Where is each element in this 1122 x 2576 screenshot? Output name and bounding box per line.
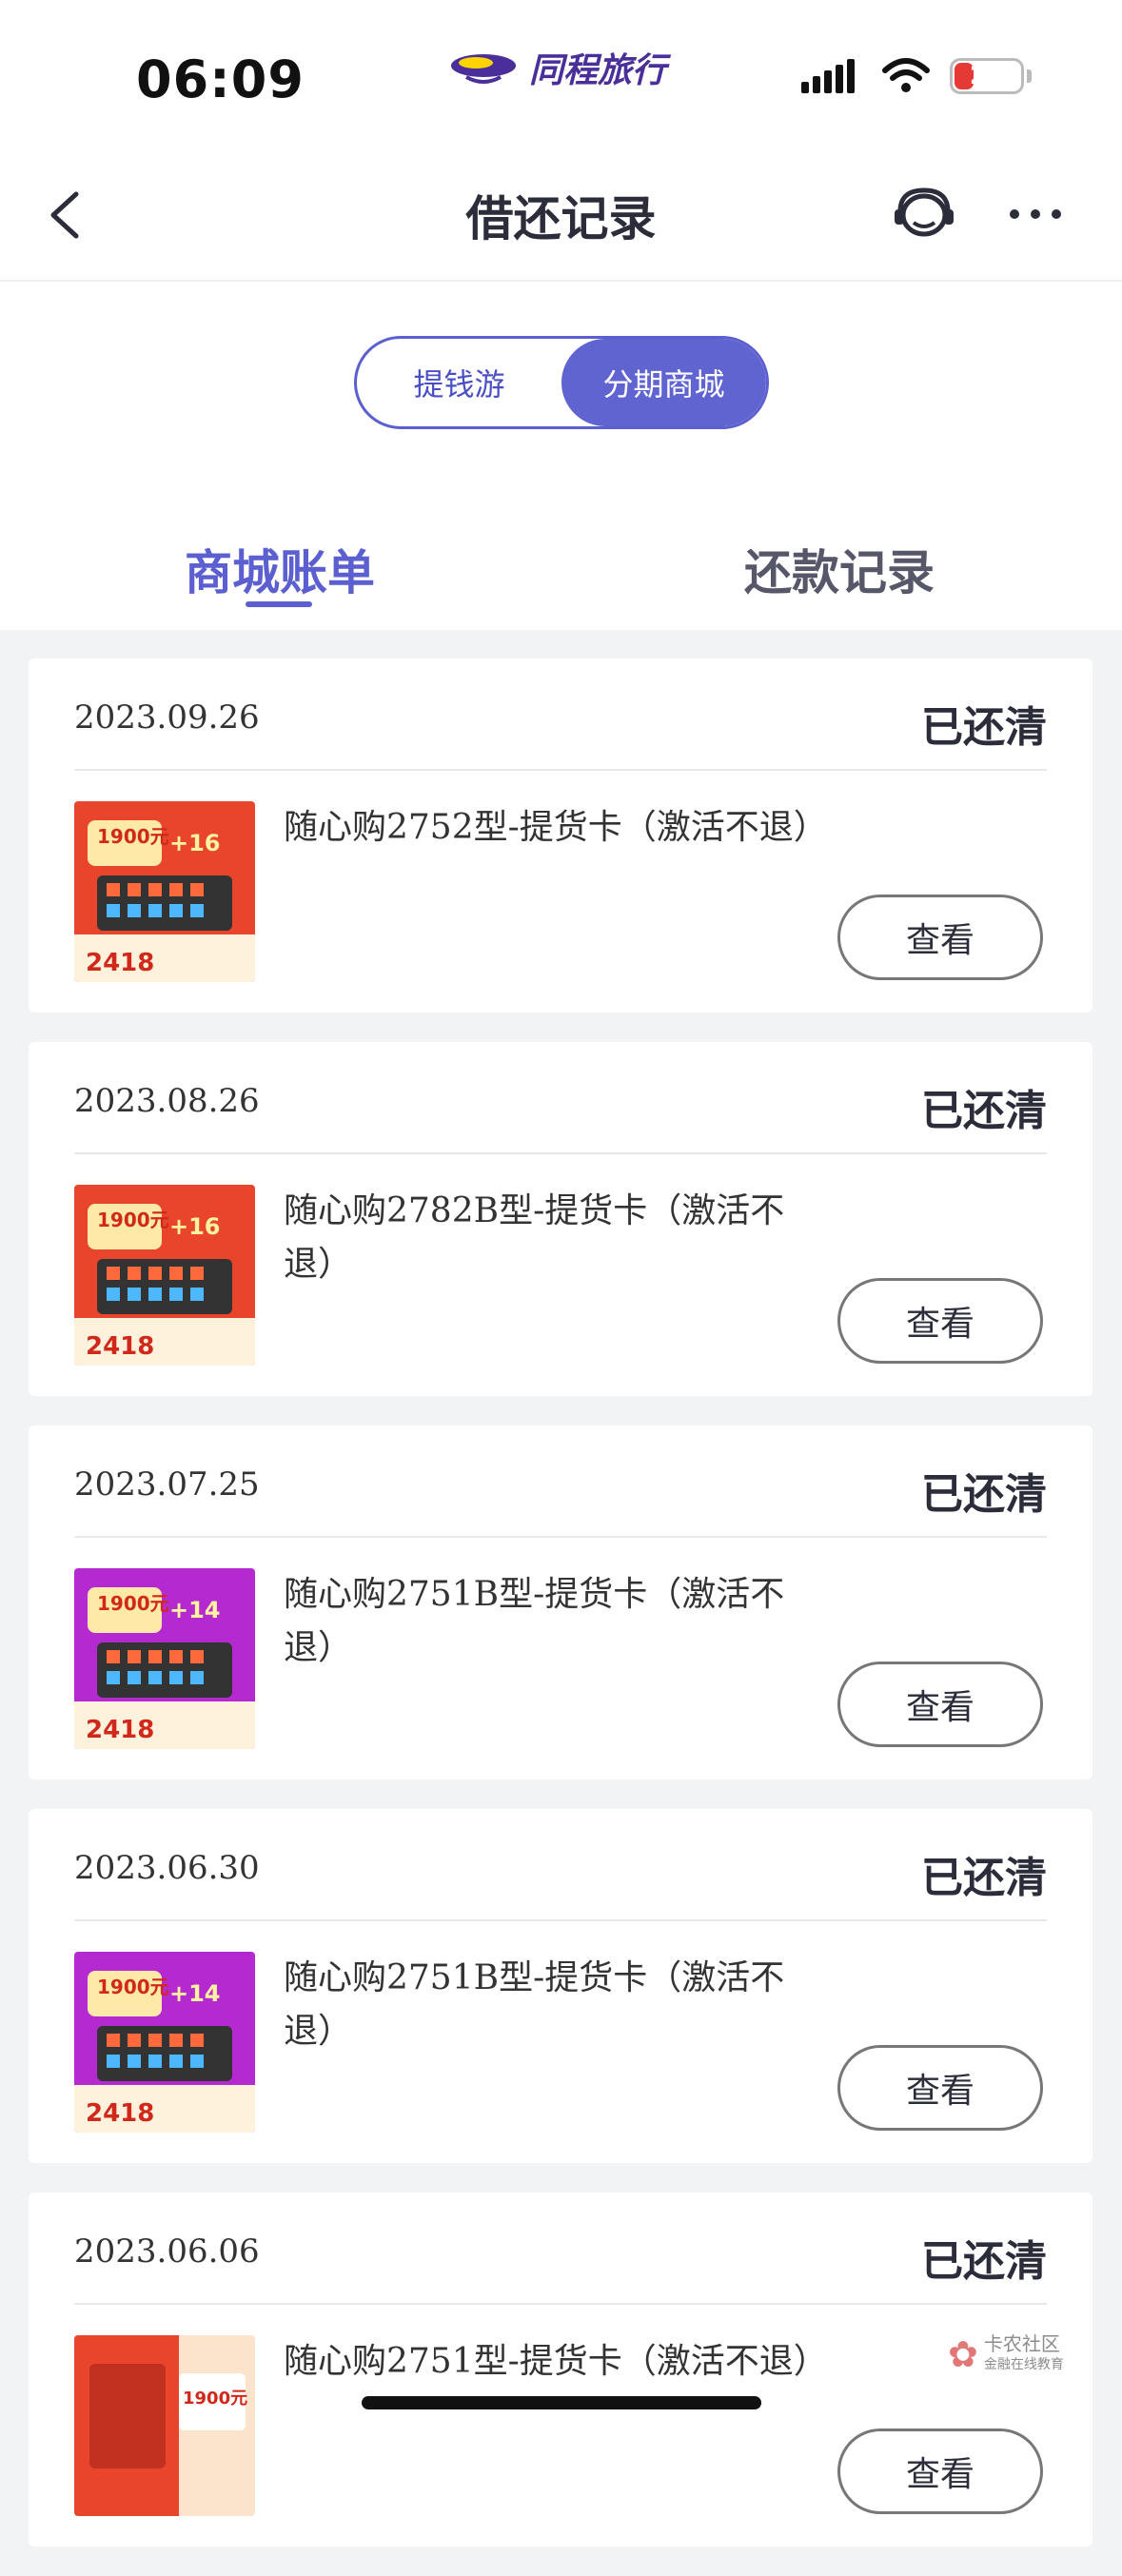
battery-icon: 20 — [950, 58, 1024, 94]
card-divider — [74, 1919, 1047, 1921]
bill-card: 2023.06.06 已还清 1900元 随心购2751型-提货卡（激活不退） … — [29, 2193, 1092, 2547]
thumb-price: 2418 — [86, 949, 154, 977]
card-divider — [74, 1536, 1047, 1538]
bill-status: 已还清 — [921, 2237, 1047, 2286]
view-button[interactable]: 查看 — [837, 2045, 1043, 2131]
bill-date: 2023.06.06 — [74, 2232, 260, 2271]
thumb-price: 2418 — [86, 2099, 154, 2128]
brand: 同程旅行 — [447, 44, 666, 91]
navigation-bar: 借还记录 — [0, 152, 1122, 280]
nav-divider — [0, 280, 1122, 282]
cellular-signal-icon — [801, 59, 858, 93]
bill-status: 已还清 — [921, 1470, 1047, 1519]
brand-name: 同程旅行 — [529, 51, 667, 90]
product-name: 随心购2752型-提货卡（激活不退） — [284, 808, 828, 847]
card-divider — [74, 1152, 1047, 1154]
bill-card: 2023.09.26 已还清 1900元 +16 2418 随心购2752型-提… — [29, 659, 1092, 1013]
battery-cap — [1027, 69, 1032, 83]
bill-date: 2023.06.30 — [74, 1849, 260, 1887]
status-time: 06:09 — [136, 49, 305, 109]
product-thumbnail[interactable]: 1900元 — [74, 2335, 255, 2516]
brand-logo-icon — [451, 54, 516, 84]
thumb-face-value: 1900元 — [97, 1592, 169, 1615]
thumb-count: +16 — [169, 1213, 221, 1240]
battery-percent: 20 — [969, 62, 1005, 90]
status-indicators: 20 — [801, 57, 1032, 95]
product-thumbnail[interactable]: 1900元 +16 2418 — [74, 1185, 255, 1366]
watermark-subtext: 金融在线教育 — [983, 2357, 1064, 2372]
segment-installment-mall[interactable]: 分期商城 — [561, 339, 766, 426]
bill-date: 2023.08.26 — [74, 1082, 260, 1120]
view-button[interactable]: 查看 — [837, 1662, 1043, 1747]
bill-card: 2023.07.25 已还清 1900元 +14 2418 随心购2751B型-… — [29, 1426, 1092, 1780]
wifi-icon — [882, 58, 930, 92]
thumb-face-value: 1900元 — [97, 1209, 169, 1231]
more-options-icon[interactable] — [1005, 190, 1066, 238]
thumb-count: +16 — [169, 830, 221, 856]
bill-status: 已还清 — [921, 1087, 1047, 1135]
product-name: 随心购2751B型-提货卡（激活不退） — [284, 1575, 785, 1667]
segmented-control: 提钱游 分期商城 — [354, 336, 769, 429]
card-divider — [74, 2303, 1047, 2305]
view-button[interactable]: 查看 — [837, 1278, 1043, 1364]
tab-active-indicator — [246, 601, 312, 607]
bill-list: 2023.09.26 已还清 1900元 +16 2418 随心购2752型-提… — [29, 659, 1092, 2576]
thumb-face-value: 1900元 — [97, 1976, 169, 1998]
top-panel: 06:09 同程旅行 20 借还记录 提钱游 分期商城 商城账单 还款记录 — [0, 0, 1122, 630]
thumb-face-value: 1900元 — [183, 2389, 247, 2409]
product-name: 随心购2751型-提货卡（激活不退） — [284, 2342, 828, 2381]
product-thumbnail[interactable]: 1900元 +16 2418 — [74, 801, 255, 982]
bill-status: 已还清 — [921, 703, 1047, 752]
tab-bar: 商城账单 还款记录 — [0, 514, 1122, 630]
product-name: 随心购2751B型-提货卡（激活不退） — [284, 1958, 785, 2051]
view-button[interactable]: 查看 — [837, 2429, 1043, 2514]
bill-date: 2023.07.25 — [74, 1465, 260, 1504]
thumb-face-value: 1900元 — [97, 825, 169, 848]
watermark-text: 卡农社区 — [983, 2332, 1060, 2355]
thumb-price: 2418 — [86, 1332, 154, 1361]
bill-card: 2023.08.26 已还清 1900元 +16 2418 随心购2782B型-… — [29, 1042, 1092, 1396]
product-thumbnail[interactable]: 1900元 +14 2418 — [74, 1568, 255, 1749]
thumb-count: +14 — [169, 1980, 221, 2007]
thumb-price: 2418 — [86, 1716, 154, 1744]
product-thumbnail[interactable]: 1900元 +14 2418 — [74, 1952, 255, 2133]
bill-date: 2023.09.26 — [74, 698, 260, 737]
watermark-logo-icon: ✿ — [948, 2333, 978, 2375]
watermark: ✿ 卡农社区 金融在线教育 — [948, 2333, 1064, 2375]
bill-card: 2023.06.30 已还清 1900元 +14 2418 随心购2751B型-… — [29, 1809, 1092, 2163]
segment-withdraw-travel[interactable]: 提钱游 — [357, 339, 561, 426]
customer-service-icon[interactable] — [891, 185, 957, 246]
bill-status: 已还清 — [921, 1854, 1047, 1902]
thumb-count: +14 — [169, 1597, 221, 1623]
product-name: 随心购2782B型-提货卡（激活不退） — [284, 1191, 785, 1284]
card-divider — [74, 769, 1047, 771]
tab-repayment-records[interactable]: 还款记录 — [744, 535, 935, 603]
tab-mall-bills[interactable]: 商城账单 — [185, 535, 375, 603]
home-indicator[interactable] — [362, 2396, 761, 2409]
view-button[interactable]: 查看 — [837, 895, 1043, 980]
